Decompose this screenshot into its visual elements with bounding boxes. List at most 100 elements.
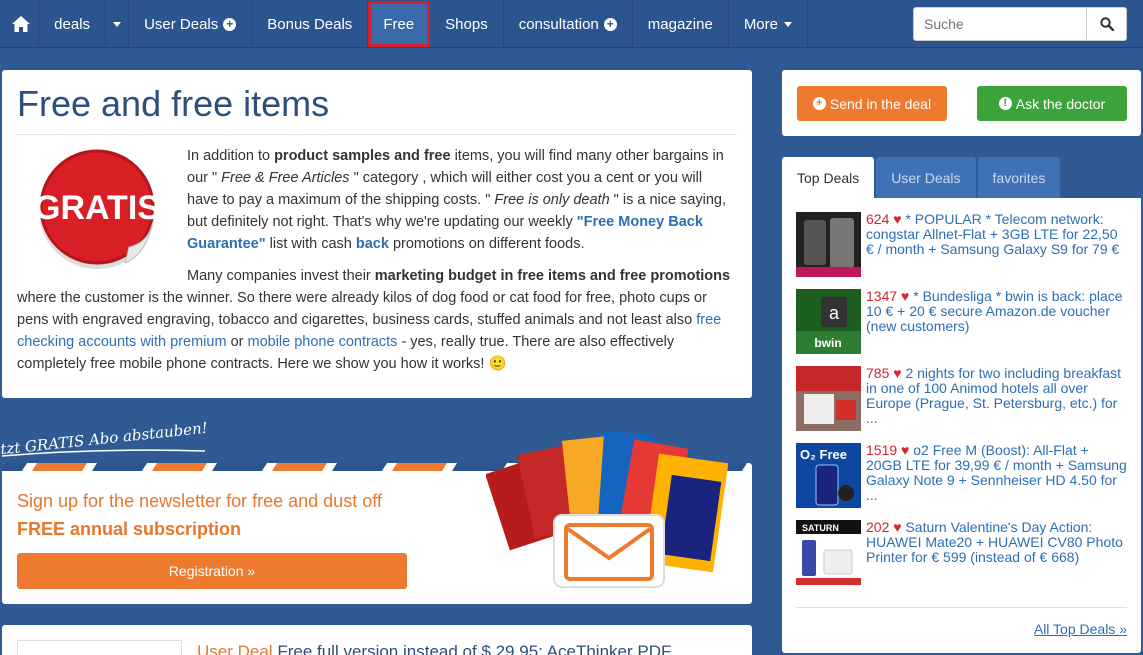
nav-more-label: More: [743, 15, 778, 33]
intro-paragraph-2: Many companies invest their marketing bu…: [17, 265, 737, 375]
send-deal-label: Send in the deal: [829, 95, 932, 112]
search-icon: [1099, 17, 1114, 31]
plus-circle-icon: +: [812, 97, 826, 110]
page-title: Free and free items: [17, 84, 737, 135]
tab-user-deals[interactable]: User Deals: [876, 157, 976, 198]
svg-text:SATURN: SATURN: [802, 523, 839, 533]
heart-icon: ♥: [901, 288, 910, 304]
exclamation-circle-icon: !: [998, 97, 1012, 110]
nav-user-deals-label: User Deals: [144, 15, 219, 33]
nav-menu: deals User Deals + Bonus Deals Free Shops…: [4, 0, 808, 48]
home-button[interactable]: [4, 0, 40, 48]
sidebar-actions: + Send in the deal ! Ask the doctor: [782, 70, 1141, 136]
nav-shops-label: Shops: [445, 15, 488, 33]
deal-item[interactable]: SATURN 202 ♥ Saturn Valentine's Day Acti…: [796, 520, 1127, 585]
divider: [796, 607, 1127, 608]
deal-thumbnail: [796, 212, 861, 277]
text-bold: marketing budget in free items and free …: [374, 267, 731, 284]
gratis-logo: GRATIS: [27, 145, 177, 270]
plus-circle-icon: +: [603, 17, 617, 31]
deal-title: 2 nights for two including breakfast in …: [866, 365, 1122, 426]
deal-score: 785: [866, 365, 890, 381]
nav-bonus-deals-label: Bonus Deals: [267, 15, 353, 33]
svg-text:a: a: [829, 303, 840, 323]
newsletter-tagline: tzt GRATIS Abo abstauben!: [0, 419, 210, 460]
nav-magazine[interactable]: magazine: [633, 0, 729, 48]
nav-user-deals[interactable]: User Deals +: [129, 0, 253, 48]
deal-item[interactable]: 624 ♥ * POPULAR * Telecom network: congs…: [796, 212, 1127, 277]
heart-icon: ♥: [901, 442, 910, 458]
registration-button[interactable]: Registration »: [17, 553, 407, 589]
deal-title: Saturn Valentine's Day Action: HUAWEI Ma…: [866, 519, 1123, 565]
text-span: In addition to: [187, 147, 275, 164]
newsletter-title: Sign up for the newsletter for free and …: [17, 491, 382, 511]
deal-thumbnail: a bwin: [796, 289, 861, 354]
gratis-sticker-icon: GRATIS: [34, 149, 160, 269]
heart-icon: ♥: [893, 365, 902, 381]
deals-dropdown-toggle[interactable]: [106, 0, 130, 48]
text-bold: product samples and free: [274, 147, 451, 164]
nav-magazine-label: magazine: [647, 15, 713, 33]
search-button[interactable]: [1087, 7, 1127, 41]
text-italic: Free is only death: [494, 191, 610, 208]
plus-circle-icon: +: [223, 17, 237, 31]
caret-down-icon: [784, 21, 792, 27]
deal-thumbnail: O₂ Free: [796, 443, 861, 508]
text-italic: Free & Free Articles: [221, 169, 350, 186]
intro-panel: Free and free items GRATIS In addition t…: [2, 70, 752, 398]
ask-doctor-button[interactable]: ! Ask the doctor: [977, 86, 1127, 121]
heart-icon: ♥: [893, 519, 902, 535]
deal-item[interactable]: 785 ♥ 2 nights for two including breakfa…: [796, 366, 1127, 431]
text-span: promotions on different foods.: [388, 235, 585, 252]
caret-down-icon: [113, 21, 122, 27]
mobile-contracts-link[interactable]: mobile phone contracts: [248, 334, 398, 350]
gratis-logo-text: GRATIS: [34, 189, 160, 227]
text-span: or: [226, 333, 248, 350]
user-deal-tag: User Deal: [197, 642, 273, 655]
svg-text:bwin: bwin: [814, 336, 841, 350]
nav-bonus-deals[interactable]: Bonus Deals: [252, 0, 369, 48]
newsletter-subtitle: FREE annual subscription: [17, 519, 242, 539]
deal-score: 202: [866, 519, 890, 535]
heart-icon: ♥: [893, 211, 902, 227]
text-span: Many companies invest their: [187, 267, 375, 284]
nav-free-label: Free: [383, 15, 415, 33]
svg-text:O₂ Free: O₂ Free: [800, 447, 847, 462]
tab-favorites[interactable]: favorites: [977, 157, 1061, 198]
nav-deals[interactable]: deals: [39, 0, 107, 48]
nav-consultation-label: consultation: [518, 15, 599, 33]
deal-item[interactable]: O₂ Free 1519 ♥ o2 Free M (Boost): All-Fl…: [796, 443, 1127, 508]
deal-thumbnail: [796, 366, 861, 431]
cashback-link[interactable]: back: [356, 236, 389, 252]
deal-score: 1519: [866, 442, 898, 458]
main-navbar: deals User Deals + Bonus Deals Free Shops…: [0, 0, 1143, 48]
deal-score: 1347: [866, 288, 898, 304]
user-deal-title: Free full version instead of $ 29.95: Ac…: [277, 642, 672, 655]
search-box: [913, 7, 1141, 41]
deal-score: 624: [866, 211, 890, 227]
deal-title: * POPULAR * Telecom network: congstar Al…: [866, 211, 1120, 257]
nav-free[interactable]: Free: [368, 1, 431, 47]
nav-more[interactable]: More: [729, 0, 808, 48]
top-deals-list: 624 ♥ * POPULAR * Telecom network: congs…: [782, 198, 1141, 653]
user-deal-heading: User Deal Free full version instead of $…: [197, 642, 671, 655]
nav-consultation[interactable]: consultation +: [504, 0, 633, 48]
search-input[interactable]: [913, 7, 1087, 41]
deal-tabs: Top Deals User Deals favorites: [782, 157, 1141, 198]
ask-doctor-label: Ask the doctor: [1015, 95, 1106, 112]
newsletter-tag-text: tzt GRATIS Abo abstauben!: [0, 420, 209, 458]
nav-deals-label: deals: [54, 15, 91, 33]
cashback-link-label: back: [355, 235, 389, 252]
tab-top-deals[interactable]: Top Deals: [782, 157, 875, 198]
user-deal-thumbnail: [17, 640, 182, 655]
send-deal-button[interactable]: + Send in the deal: [797, 86, 947, 121]
text-span: where the customer is the winner. So the…: [17, 289, 707, 328]
user-deal-card[interactable]: User Deal Free full version instead of $…: [2, 625, 752, 655]
all-top-deals-link[interactable]: All Top Deals »: [1034, 621, 1127, 637]
text-span: list with cash: [265, 235, 356, 252]
nav-shops[interactable]: Shops: [430, 0, 504, 48]
home-icon: [12, 16, 31, 32]
deal-item[interactable]: a bwin 1347 ♥ * Bundesliga * bwin is back…: [796, 289, 1127, 354]
deal-thumbnail: SATURN: [796, 520, 861, 585]
magazines-image: [485, 423, 746, 593]
